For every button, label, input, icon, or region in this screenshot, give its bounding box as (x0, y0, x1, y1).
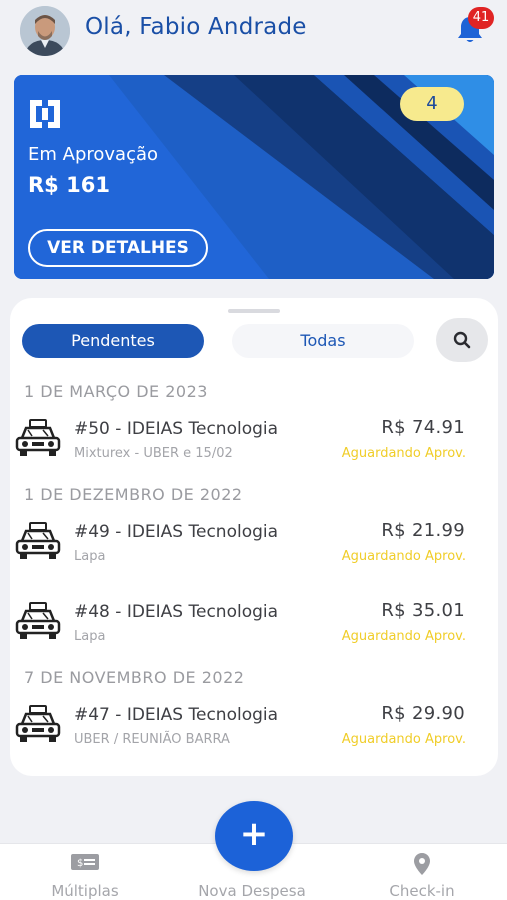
expense-subtitle: Lapa (74, 549, 106, 564)
taxi-icon (15, 705, 61, 742)
expense-title: #48 - IDEIAS Tecnologia (74, 602, 279, 622)
expense-row[interactable]: #47 - IDEIAS Tecnologia UBER / REUNIÃO B… (10, 698, 498, 754)
expense-status: Aguardando Aprov. (341, 732, 466, 747)
taxi-icon (15, 602, 61, 639)
nav-checkin-label: Check-in (389, 882, 455, 900)
nav-checkin[interactable]: Check-in (352, 844, 492, 900)
expense-row[interactable]: #48 - IDEIAS Tecnologia Lapa R$ 35.01 Ag… (10, 595, 498, 651)
expense-amount: R$ 29.90 (381, 703, 465, 724)
search-button[interactable] (436, 318, 488, 362)
location-pin-icon (414, 853, 430, 875)
approval-summary-card: 4 Em Aprovação R$ 161 VER DETALHES (14, 75, 494, 279)
money-icon: $ (71, 854, 99, 870)
tab-all[interactable]: Todas (232, 324, 414, 358)
expense-title: #47 - IDEIAS Tecnologia (74, 705, 279, 725)
expense-amount: R$ 35.01 (381, 600, 465, 621)
company-logo-icon (28, 96, 62, 132)
approval-value: R$ 161 (28, 173, 110, 197)
taxi-icon (15, 522, 61, 559)
pending-count-badge: 4 (400, 87, 464, 121)
expense-row[interactable]: #49 - IDEIAS Tecnologia Lapa R$ 21.99 Ag… (10, 515, 498, 571)
notification-badge: 41 (468, 7, 494, 29)
nav-multiple[interactable]: $ Múltiplas (15, 844, 155, 900)
nav-new-expense-label: Nova Despesa (198, 882, 306, 900)
expense-subtitle: Mixturex - UBER e 15/02 (74, 446, 233, 461)
drag-handle[interactable] (228, 309, 280, 313)
expense-status: Aguardando Aprov. (341, 549, 466, 564)
nav-multiple-label: Múltiplas (51, 882, 119, 900)
svg-text:$: $ (77, 858, 83, 869)
expense-status: Aguardando Aprov. (341, 446, 466, 461)
expense-status: Aguardando Aprov. (341, 629, 466, 644)
expense-subtitle: UBER / REUNIÃO BARRA (74, 732, 230, 747)
approval-label: Em Aprovação (28, 144, 159, 165)
expense-list-panel: Pendentes Todas 1 DE MARÇO DE 2023 #50 -… (10, 298, 498, 776)
add-expense-button[interactable]: + (215, 801, 293, 871)
expense-title: #49 - IDEIAS Tecnologia (74, 522, 279, 542)
greeting-text: Olá, Fabio Andrade (85, 14, 307, 40)
expense-row[interactable]: #50 - IDEIAS Tecnologia Mixturex - UBER … (10, 412, 498, 468)
date-header: 1 DE DEZEMBRO DE 2022 (24, 485, 243, 504)
expense-amount: R$ 21.99 (381, 520, 465, 541)
avatar[interactable] (20, 6, 70, 56)
expense-amount: R$ 74.91 (381, 417, 465, 438)
expense-title: #50 - IDEIAS Tecnologia (74, 419, 279, 439)
search-icon (453, 331, 471, 349)
date-header: 7 DE NOVEMBRO DE 2022 (24, 668, 245, 687)
date-header: 1 DE MARÇO DE 2023 (24, 382, 208, 401)
tab-pending[interactable]: Pendentes (22, 324, 204, 358)
view-details-button[interactable]: VER DETALHES (28, 229, 208, 267)
app-header: Olá, Fabio Andrade 41 (0, 0, 507, 62)
taxi-icon (15, 419, 61, 456)
expense-subtitle: Lapa (74, 629, 106, 644)
